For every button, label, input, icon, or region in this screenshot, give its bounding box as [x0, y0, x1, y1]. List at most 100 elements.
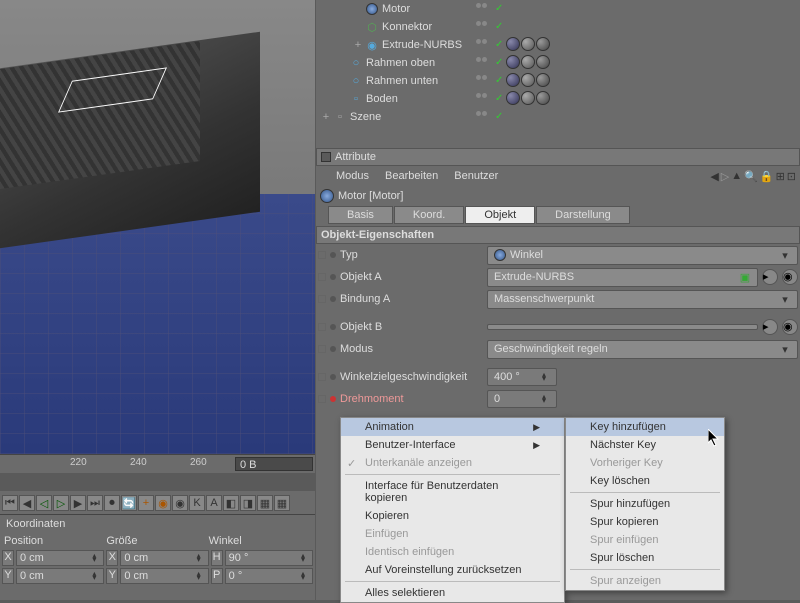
target-button[interactable]: ◉ — [782, 319, 798, 335]
menu-item[interactable]: Interface für Benutzerdaten kopieren — [341, 477, 564, 507]
timeline-button[interactable]: ▦ — [257, 495, 273, 511]
value-binda[interactable]: Massenschwerpunkt ▾ — [487, 290, 798, 309]
expand-icon[interactable]: + — [352, 39, 364, 51]
timeline-button[interactable]: ⏭ — [87, 495, 103, 511]
nav-fwd-icon[interactable]: ▷ — [721, 170, 729, 183]
prop-check[interactable] — [318, 273, 326, 281]
visibility-dots[interactable]: ✓ — [476, 111, 503, 122]
anim-dot[interactable] — [330, 346, 336, 352]
visibility-dots[interactable]: ✓ — [476, 39, 503, 50]
value-typ[interactable]: Winkel ▾ — [487, 246, 798, 265]
anim-dot[interactable] — [330, 324, 336, 330]
prop-check[interactable] — [318, 395, 326, 403]
tree-item[interactable]: +▫Szene — [316, 108, 800, 126]
coord-input[interactable]: 0 cm▴▾ — [16, 550, 104, 566]
tree-item[interactable]: ○Rahmen oben — [316, 54, 800, 72]
coord-input[interactable]: 0 cm▴▾ — [120, 550, 208, 566]
timeline-button[interactable]: ◧ — [223, 495, 239, 511]
material-tags[interactable] — [506, 91, 550, 105]
spinner-icon[interactable]: ▴▾ — [542, 395, 550, 403]
visibility-dots[interactable]: ✓ — [476, 57, 503, 68]
value-obja[interactable]: Extrude-NURBS ▣ — [487, 268, 758, 287]
timeline-button[interactable]: A — [206, 495, 222, 511]
material-tags[interactable] — [506, 37, 550, 51]
target-button[interactable]: ◉ — [782, 269, 798, 285]
menu-item[interactable]: Key hinzufügen — [566, 418, 724, 436]
menu-item[interactable]: Spur hinzufügen — [566, 495, 724, 513]
anim-dot[interactable] — [330, 252, 336, 258]
menu-item[interactable]: Nächster Key — [566, 436, 724, 454]
prop-check[interactable] — [318, 345, 326, 353]
timeline-ruler[interactable]: 220 240 260 0 B — [0, 455, 315, 473]
menu-item[interactable]: Auf Voreinstellung zurücksetzen — [341, 561, 564, 579]
tree-item[interactable]: ⬡Konnektor — [316, 18, 800, 36]
nav-up-icon[interactable]: ▲ — [731, 170, 742, 183]
attr-pin-checkbox[interactable] — [321, 152, 331, 162]
timeline-frame-field[interactable]: 0 B — [235, 457, 313, 471]
menu-item[interactable]: Alles selektieren — [341, 584, 564, 602]
menu-item[interactable]: Benutzer-Interface▶ — [341, 436, 564, 454]
value-objb[interactable] — [487, 324, 758, 330]
expand-icon[interactable]: + — [320, 111, 332, 123]
timeline-button[interactable]: + — [138, 495, 154, 511]
menu-item[interactable]: Spur löschen — [566, 549, 724, 567]
material-tags[interactable] — [506, 73, 550, 87]
prop-check[interactable] — [318, 323, 326, 331]
visibility-dots[interactable]: ✓ — [476, 3, 503, 14]
pick-button[interactable]: ▸ — [762, 319, 778, 335]
anim-dot[interactable] — [330, 374, 336, 380]
visibility-dots[interactable]: ✓ — [476, 21, 503, 32]
tab-koord[interactable]: Koord. — [394, 206, 464, 224]
timeline-track[interactable] — [0, 473, 315, 491]
prop-check[interactable] — [318, 251, 326, 259]
timeline-button[interactable]: ◨ — [240, 495, 256, 511]
nav-back-icon[interactable]: ◀ — [710, 170, 718, 183]
coord-input[interactable]: 0 cm▴▾ — [120, 568, 208, 584]
prop-check[interactable] — [318, 295, 326, 303]
menu-mode[interactable]: Modus — [336, 170, 369, 182]
value-modus[interactable]: Geschwindigkeit regeln ▾ — [487, 340, 798, 359]
timeline-button[interactable]: ◉ — [172, 495, 188, 511]
prop-check[interactable] — [318, 373, 326, 381]
timeline-button[interactable]: ▦ — [274, 495, 290, 511]
material-tags[interactable] — [506, 55, 550, 69]
value-winkel[interactable]: 400 ° ▴▾ — [487, 368, 557, 386]
coord-input[interactable]: 90 °▴▾ — [225, 550, 313, 566]
menu-edit[interactable]: Bearbeiten — [385, 170, 438, 182]
timeline-button[interactable]: ⏮ — [2, 495, 18, 511]
pick-button[interactable]: ▸ — [762, 269, 778, 285]
tree-item[interactable]: Motor — [316, 0, 800, 18]
tree-item[interactable]: ▫Boden — [316, 90, 800, 108]
coord-input[interactable]: 0 °▴▾ — [225, 568, 313, 584]
tree-item[interactable]: +◉Extrude-NURBS — [316, 36, 800, 54]
timeline-button[interactable]: ◀ — [19, 495, 35, 511]
timeline-button[interactable]: ▷ — [53, 495, 69, 511]
tab-objekt[interactable]: Objekt — [465, 206, 535, 224]
visibility-dots[interactable]: ✓ — [476, 93, 503, 104]
menu-item[interactable]: Spur kopieren — [566, 513, 724, 531]
menu-user[interactable]: Benutzer — [454, 170, 498, 182]
anim-dot[interactable] — [330, 296, 336, 302]
timeline-button[interactable]: ◉ — [155, 495, 171, 511]
anim-dot[interactable] — [330, 274, 336, 280]
spinner-icon[interactable]: ▴▾ — [542, 373, 550, 381]
expand-icon[interactable]: ⊡ — [787, 170, 796, 183]
menu-item[interactable]: Animation▶ — [341, 418, 564, 436]
value-drehmoment[interactable]: 0 ▴▾ — [487, 390, 557, 408]
timeline-button[interactable]: ▶ — [70, 495, 86, 511]
tree-item[interactable]: ○Rahmen unten — [316, 72, 800, 90]
visibility-dots[interactable]: ✓ — [476, 75, 503, 86]
menu-item[interactable]: Kopieren — [341, 507, 564, 525]
menu-item[interactable]: Key löschen — [566, 472, 724, 490]
lock-icon[interactable]: 🔒 — [760, 170, 774, 183]
anim-dot-active[interactable] — [330, 396, 336, 402]
timeline-button[interactable]: 🔄 — [121, 495, 137, 511]
new-icon[interactable]: ⊞ — [776, 170, 785, 183]
tab-darstellung[interactable]: Darstellung — [536, 206, 630, 224]
timeline-button[interactable]: ◁ — [36, 495, 52, 511]
timeline-button[interactable]: ⏺ — [104, 495, 120, 511]
timeline-button[interactable]: K — [189, 495, 205, 511]
search-icon[interactable]: 🔍 — [744, 170, 758, 183]
viewport-3d[interactable] — [0, 0, 315, 454]
tab-basis[interactable]: Basis — [328, 206, 393, 224]
